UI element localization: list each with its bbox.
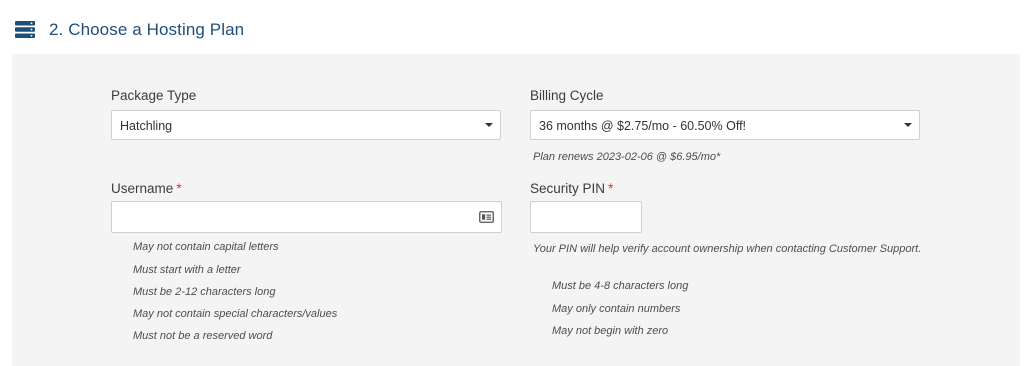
section-title: 2. Choose a Hosting Plan	[49, 20, 245, 39]
plan-renew-note: Plan renews 2023-02-06 @ $6.95/mo*	[533, 151, 721, 163]
server-icon	[15, 21, 35, 38]
chevron-down-icon	[485, 123, 493, 127]
username-input[interactable]	[111, 201, 502, 233]
section-header: 2. Choose a Hosting Plan	[0, 0, 1024, 54]
username-label: Username *	[111, 180, 182, 196]
username-rule: Must be 2-12 characters long	[133, 286, 276, 298]
username-rule: Must not be a reserved word	[133, 330, 273, 342]
package-type-select[interactable]: Hatchling	[111, 110, 501, 140]
security-pin-input[interactable]	[530, 201, 642, 233]
security-pin-rule: May not begin with zero	[552, 325, 669, 337]
security-pin-rule: Must be 4-8 characters long	[552, 280, 689, 292]
username-label-text: Username	[111, 181, 174, 196]
security-pin-note: Your PIN will help verify account owners…	[533, 243, 922, 255]
username-rule: Must start with a letter	[133, 264, 241, 276]
username-rule: May not contain capital letters	[133, 241, 279, 253]
username-rule: May not contain special characters/value…	[133, 308, 338, 320]
billing-cycle-value: 36 months @ $2.75/mo - 60.50% Off!	[539, 119, 747, 133]
billing-cycle-label: Billing Cycle	[530, 88, 604, 103]
billing-cycle-select[interactable]: 36 months @ $2.75/mo - 60.50% Off!	[530, 110, 920, 140]
package-type-label: Package Type	[111, 88, 197, 103]
chevron-down-icon	[904, 123, 912, 127]
security-pin-label-text: Security PIN	[530, 181, 606, 196]
id-card-icon	[479, 210, 494, 223]
security-pin-rule: May only contain numbers	[552, 303, 681, 315]
security-pin-label: Security PIN *	[530, 180, 613, 196]
package-type-value: Hatchling	[120, 119, 173, 133]
required-mark: *	[608, 180, 614, 196]
required-mark: *	[176, 180, 182, 196]
